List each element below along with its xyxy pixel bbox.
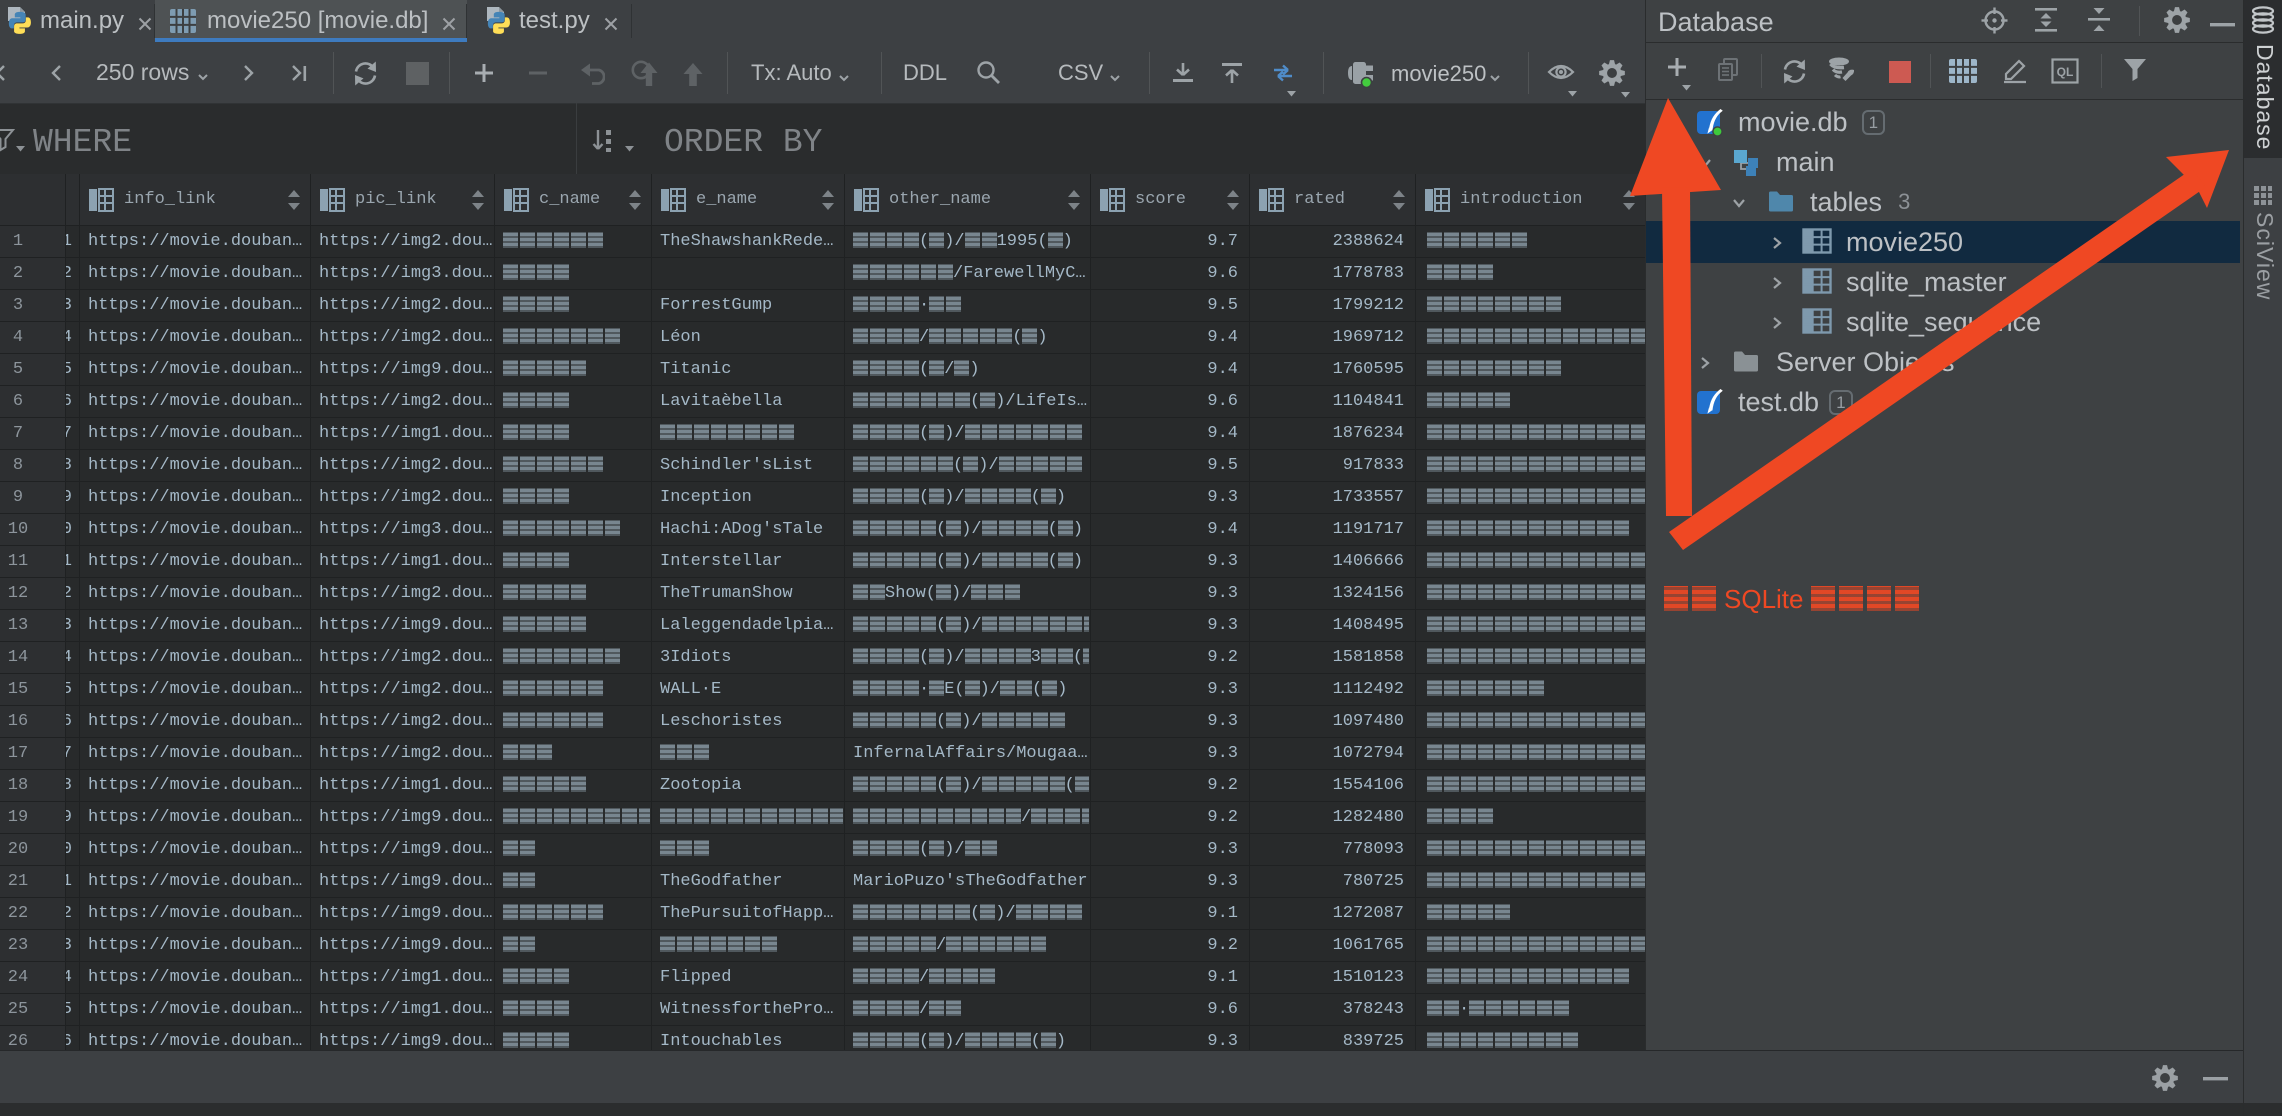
svg-text:QL: QL bbox=[2057, 65, 2074, 79]
